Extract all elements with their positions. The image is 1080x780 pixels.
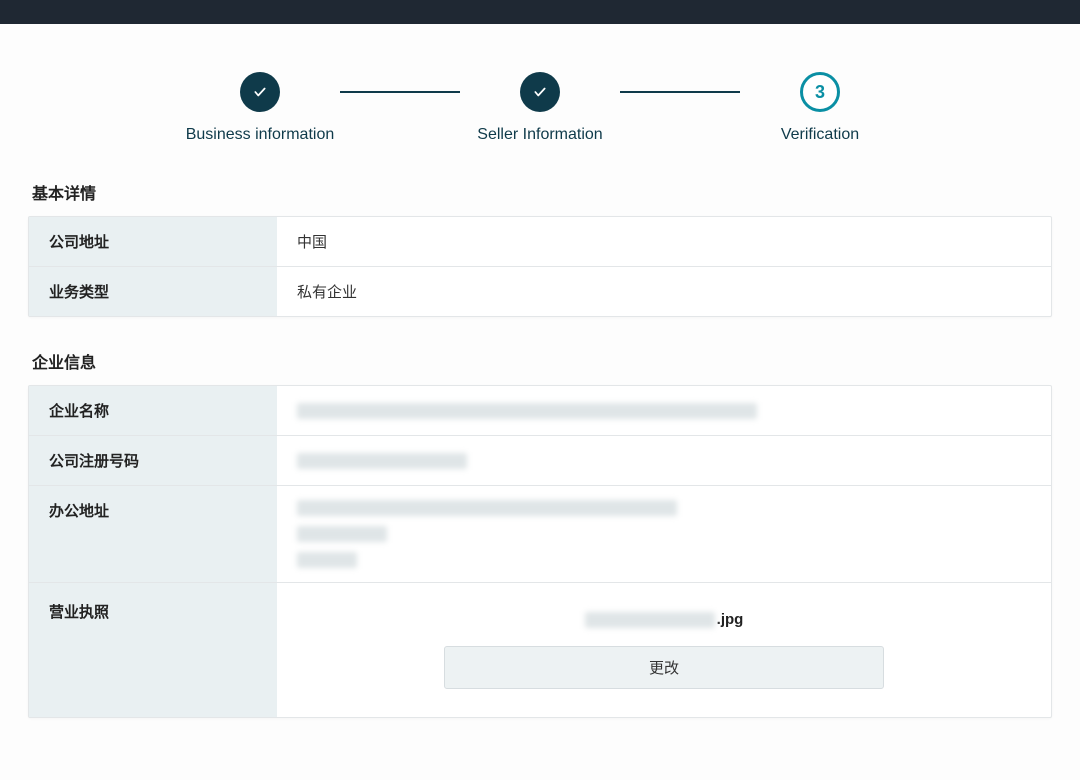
value-company-name [277,386,1051,435]
row-business-license: 营业执照 .jpg 更改 [29,583,1051,717]
step-business-information: Business information [180,72,340,144]
page-container: Business information Seller Information … [0,24,1080,780]
value-company-address: 中国 [277,217,1051,266]
redacted-text [297,500,677,516]
value-business-type: 私有企业 [277,267,1051,316]
label-company-name: 企业名称 [29,386,277,435]
row-office-address: 办公地址 [29,486,1051,583]
label-business-license: 营业执照 [29,583,277,717]
redacted-text [297,403,757,419]
check-icon [531,85,549,99]
row-company-address: 公司地址 中国 [29,217,1051,267]
redacted-text [297,453,467,469]
section-title-basic: 基本详情 [32,180,1052,204]
change-license-button[interactable]: 更改 [444,646,884,689]
check-icon [251,85,269,99]
license-file-area: .jpg 更改 [297,601,1031,689]
step-label: Seller Information [477,126,602,144]
step-seller-information: Seller Information [460,72,620,144]
label-business-type: 业务类型 [29,267,277,316]
step-label: Verification [781,126,859,144]
enterprise-panel: 企业名称 公司注册号码 办公地址 营业执照 [28,385,1052,718]
section-title-enterprise: 企业信息 [32,349,1052,373]
redacted-text [297,526,387,542]
license-file-name: .jpg [585,611,744,628]
label-registration-no: 公司注册号码 [29,436,277,485]
step-connector [620,91,740,93]
row-registration-no: 公司注册号码 [29,436,1051,486]
progress-stepper: Business information Seller Information … [28,72,1052,144]
basic-panel: 公司地址 中国 业务类型 私有企业 [28,216,1052,317]
redacted-text [585,612,715,628]
redacted-text [297,552,357,568]
value-registration-no [277,436,1051,485]
step-verification: 3 Verification [740,72,900,144]
step-connector [340,91,460,93]
app-topbar [0,0,1080,24]
step-circle-done [520,72,560,112]
label-office-address: 办公地址 [29,486,277,582]
step-label: Business information [186,126,335,144]
label-company-address: 公司地址 [29,217,277,266]
value-office-address [277,486,1051,582]
step-circle-done [240,72,280,112]
row-company-name: 企业名称 [29,386,1051,436]
row-business-type: 业务类型 私有企业 [29,267,1051,316]
step-circle-current: 3 [800,72,840,112]
value-business-license: .jpg 更改 [277,583,1051,717]
license-file-suffix: .jpg [717,611,744,628]
